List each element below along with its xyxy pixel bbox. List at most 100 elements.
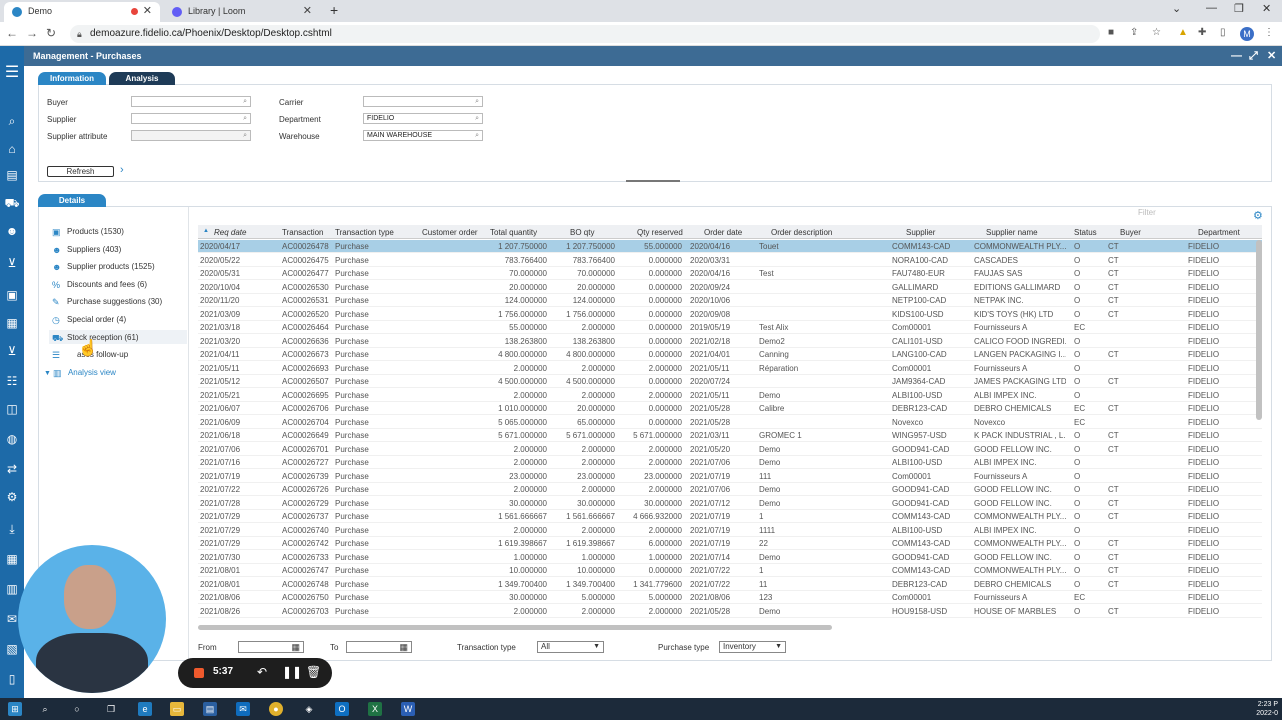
table-row[interactable]: 2021/07/19 AC00026739 Purchase 23.000000 23.… (198, 470, 1262, 483)
share-icon[interactable]: ⇪ (1130, 28, 1140, 38)
pause-icon[interactable]: ❚❚ (282, 665, 302, 679)
cortana-icon[interactable]: ○ (70, 702, 84, 716)
table-row[interactable]: 2020/10/04 AC00026530 Purchase 20.000000 20.… (198, 281, 1262, 294)
sort-ascending-icon[interactable]: ▲ (203, 228, 209, 234)
table-row[interactable]: 2020/04/17 AC00026478 Purchase 1 207.750000… (198, 240, 1262, 253)
tree-item-products[interactable]: ▣ Products (1530) (52, 227, 124, 237)
warehouse-input[interactable]: MAIN WAREHOUSE ⌕ (363, 130, 483, 141)
table-row[interactable]: 2021/08/26 AC00026703 Purchase 2.000000 2.00… (198, 605, 1262, 618)
camera-icon[interactable]: ■ (1108, 28, 1118, 38)
shopping-cart-icon[interactable]: ⊻ (4, 344, 20, 358)
search-icon[interactable]: ⌕ (38, 702, 52, 716)
grid-vertical-scrollbar[interactable] (1256, 240, 1262, 420)
table-row[interactable]: 2020/05/22 AC00026475 Purchase 783.766400 78… (198, 254, 1262, 267)
mail-icon[interactable]: ✉ (236, 702, 250, 716)
tree-item-analysis-view[interactable]: ▼ ▥ Analysis view (44, 368, 116, 378)
col-department[interactable]: Department (1198, 228, 1240, 237)
system-clock[interactable]: 2:23 P 2022-0 (1244, 700, 1278, 718)
tab-details[interactable]: Details (38, 194, 106, 207)
table-row[interactable]: 2021/07/29 AC00026742 Purchase 1 619.398667… (198, 537, 1262, 550)
browser-tab-demo[interactable]: Demo ✕ (4, 2, 160, 22)
calendar-icon[interactable]: ▦ (291, 642, 300, 652)
col-supplier[interactable]: Supplier (906, 228, 935, 237)
table-row[interactable]: 2021/08/01 AC00026747 Purchase 10.000000 10.… (198, 564, 1262, 577)
url-field[interactable]: 🔒︎ demoazure.fidelio.ca/Phoenix/Desktop/… (70, 25, 1100, 43)
undo-icon[interactable]: ↶ (257, 665, 267, 679)
settings-icon[interactable]: ⚙ (4, 490, 20, 504)
expand-caret-icon[interactable]: ▼ (44, 370, 51, 377)
table-row[interactable]: 2021/07/28 AC00026729 Purchase 30.000000 30.… (198, 497, 1262, 510)
file-icon[interactable]: ▯ (4, 672, 20, 686)
department-input[interactable]: FIDELIO ⌕ (363, 113, 483, 124)
col-req-date[interactable]: Req date (214, 228, 246, 237)
building-icon[interactable]: ▦ (4, 316, 20, 330)
download-icon[interactable]: ⤓ (4, 522, 20, 536)
col-buyer[interactable]: Buyer (1120, 228, 1141, 237)
home-icon[interactable]: ⌂ (4, 142, 20, 156)
from-date-input[interactable]: ▦ (238, 641, 304, 653)
bookmark-star-icon[interactable]: ☆ (1152, 28, 1162, 38)
tree-item-discounts-and-fees[interactable]: % Discounts and fees (6) (52, 280, 147, 290)
package-icon[interactable]: ◫ (4, 402, 20, 416)
table-row[interactable]: 2021/07/22 AC00026726 Purchase 2.000000 2.00… (198, 483, 1262, 496)
buyer-input[interactable]: ⌕ (131, 96, 251, 107)
grid-icon[interactable]: ▦ (4, 552, 20, 566)
col-transaction[interactable]: Transaction (282, 228, 324, 237)
table-row[interactable]: 2021/07/06 AC00026701 Purchase 2.000000 2.00… (198, 443, 1262, 456)
grid-filter-input[interactable]: Filter (1136, 208, 1246, 221)
table-row[interactable]: 2021/06/18 AC00026649 Purchase 5 671.000000… (198, 429, 1262, 442)
tree-item-special-order[interactable]: ◷ Special order (4) (52, 315, 126, 325)
col-total-quantity[interactable]: Total quantity (490, 228, 537, 237)
extension-icon[interactable]: ▲ (1178, 28, 1188, 38)
table-row[interactable]: 2021/03/18 AC00026464 Purchase 55.000000 2.0… (198, 321, 1262, 334)
document-icon[interactable]: ▣ (4, 288, 20, 302)
transaction-type-select[interactable]: All ▼ (537, 641, 604, 653)
panel-splitter-handle[interactable] (626, 180, 680, 182)
table-row[interactable]: 2021/06/09 AC00026704 Purchase 5 065.000000… (198, 416, 1262, 429)
chevron-right-icon[interactable]: › (120, 164, 124, 176)
close-window-icon[interactable]: ✕ (1262, 2, 1271, 15)
col-order-description[interactable]: Order description (771, 228, 832, 237)
table-row[interactable]: 2021/08/06 AC00026750 Purchase 30.000000 5.0… (198, 591, 1262, 604)
to-date-input[interactable]: ▦ (346, 641, 412, 653)
tree-item-supplier-products[interactable]: ☻ Supplier products (1525) (52, 262, 155, 272)
table-row[interactable]: 2021/03/09 AC00026520 Purchase 1 756.000000… (198, 308, 1262, 321)
calendar-icon[interactable]: ▦ (399, 642, 408, 652)
table-row[interactable]: 2021/04/11 AC00026673 Purchase 4 800.000000… (198, 348, 1262, 361)
refresh-button[interactable]: Refresh (47, 166, 114, 177)
profile-avatar[interactable]: M (1240, 27, 1254, 41)
col-supplier-name[interactable]: Supplier name (986, 228, 1038, 237)
tree-item-suppliers[interactable]: ☻ Suppliers (403) (52, 245, 121, 255)
grid-horizontal-scrollbar[interactable] (198, 625, 832, 630)
forward-icon[interactable]: → (26, 26, 38, 40)
table-row[interactable]: 2020/11/20 AC00026531 Purchase 124.000000 12… (198, 294, 1262, 307)
table-row[interactable]: 2020/05/31 AC00026477 Purchase 70.000000 70.… (198, 267, 1262, 280)
reload-icon[interactable]: ↻ (46, 26, 56, 40)
minimize-panel-icon[interactable]: — (1231, 46, 1242, 66)
chart-icon[interactable]: ▤ (4, 168, 20, 182)
users-icon[interactable]: ☻ (4, 224, 20, 238)
table-row[interactable]: 2021/07/29 AC00026737 Purchase 1 561.666667… (198, 510, 1262, 523)
report-icon[interactable]: ▧ (4, 642, 20, 656)
col-status[interactable]: Status (1074, 228, 1097, 237)
browser-tab-loom[interactable]: Library | Loom ✕ (164, 2, 320, 22)
search-icon[interactable]: ⌕ (4, 114, 20, 128)
truck-icon[interactable]: ⛟ (4, 196, 20, 210)
table-row[interactable]: 2021/08/01 AC00026748 Purchase 1 349.700400… (198, 578, 1262, 591)
close-panel-icon[interactable]: ✕ (1267, 46, 1276, 66)
word-icon[interactable]: W (401, 702, 415, 716)
tab-search-icon[interactable]: ⌄ (1172, 2, 1181, 15)
table-row[interactable]: 2021/07/16 AC00026727 Purchase 2.000000 2.00… (198, 456, 1262, 469)
transfer-icon[interactable]: ⇄ (4, 462, 20, 476)
chat-icon[interactable]: ◍ (4, 432, 20, 446)
cube-app-icon[interactable]: ◈ (302, 702, 316, 716)
tree-item-purchase-suggestions[interactable]: ✎ Purchase suggestions (30) (52, 297, 162, 307)
store-icon[interactable]: ▤ (203, 702, 217, 716)
cart-icon[interactable]: ⊻ (4, 256, 20, 270)
new-tab-icon[interactable]: + (330, 2, 338, 18)
file-explorer-icon[interactable]: ▭ (170, 702, 184, 716)
edge-icon[interactable]: e (138, 702, 152, 716)
restore-window-icon[interactable]: ❐ (1234, 2, 1244, 15)
excel-icon[interactable]: X (368, 702, 382, 716)
webcam-bubble[interactable] (18, 545, 166, 693)
